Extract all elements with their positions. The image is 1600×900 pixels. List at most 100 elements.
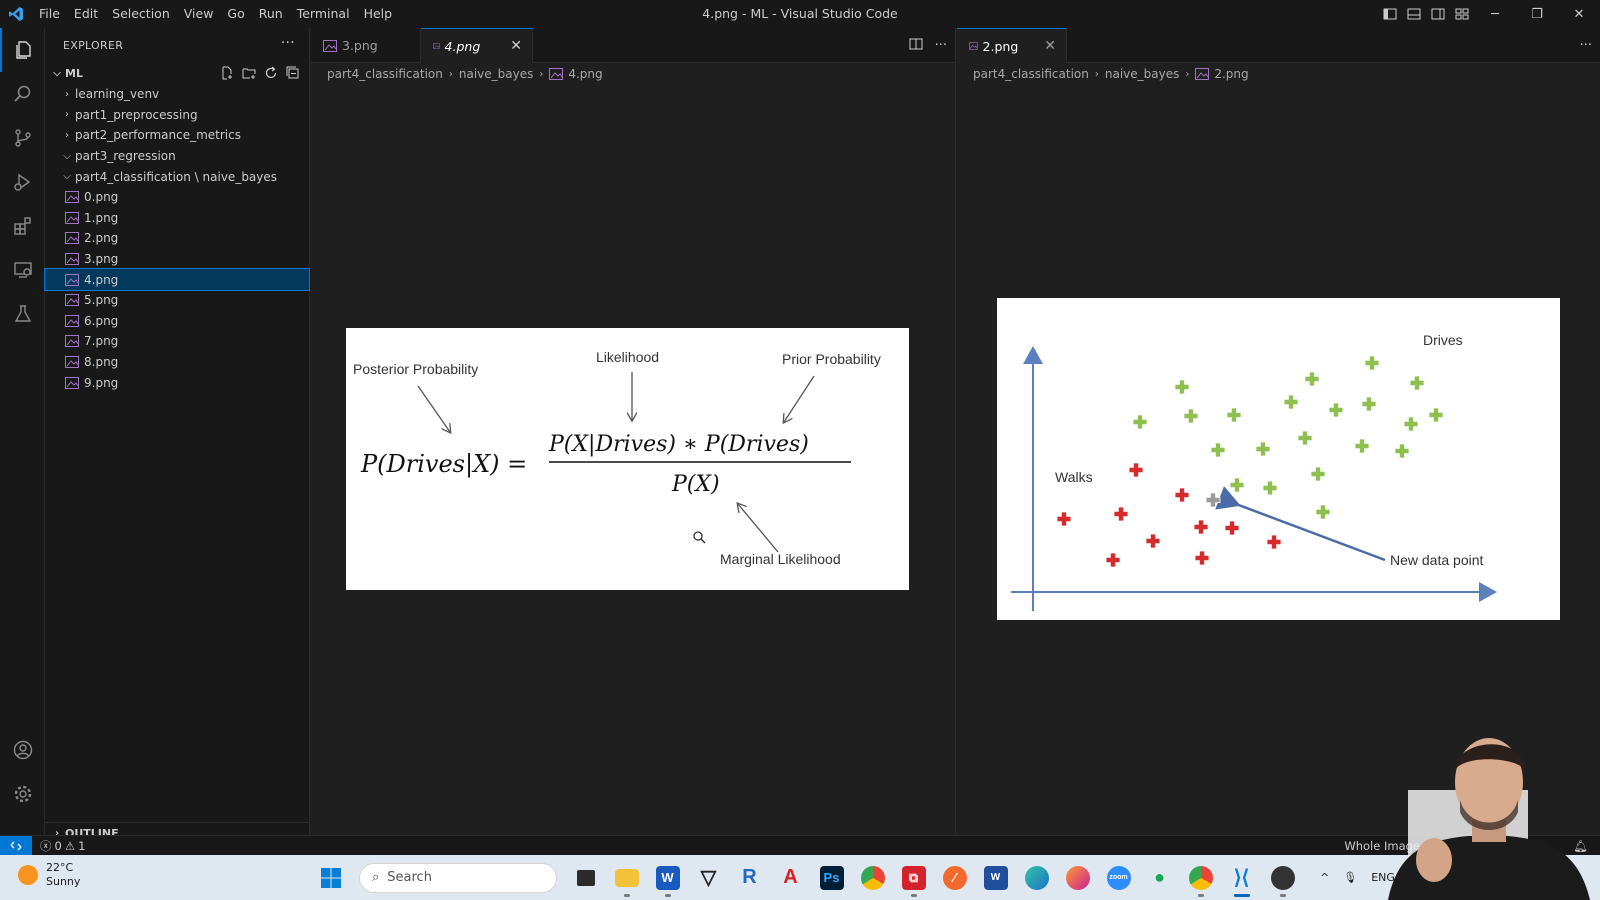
windows-taskbar: 22°C Sunny ⌕ Search W ▽ R A Ps ⧉ ⁄ W zoo…	[0, 855, 1600, 900]
tab-4-png[interactable]: 4.png ✕	[421, 28, 533, 63]
menu-terminal[interactable]: Terminal	[290, 0, 357, 28]
vscode-taskbar-icon[interactable]: ⟩⟨	[1221, 855, 1262, 900]
restore-button[interactable]: ❐	[1516, 0, 1558, 28]
run-debug-icon[interactable]	[0, 160, 45, 204]
photoshop-icon[interactable]: Ps	[811, 855, 852, 900]
file-explorer-icon[interactable]	[606, 855, 647, 900]
chrome-icon[interactable]	[852, 855, 893, 900]
extensions-icon[interactable]	[0, 204, 45, 248]
breadcrumb-item[interactable]: naive_bayes	[1105, 67, 1179, 81]
tree-file[interactable]: 1.png	[45, 208, 309, 229]
app-icon[interactable]	[1262, 855, 1303, 900]
more-actions-icon[interactable]: ···	[935, 38, 947, 53]
tree-folder[interactable]: › part2_performance_metrics	[45, 125, 309, 146]
mongodb-icon[interactable]: ●	[1139, 855, 1180, 900]
breadcrumb-item[interactable]: 4.png	[568, 67, 602, 81]
menu-go[interactable]: Go	[220, 0, 251, 28]
more-actions-icon[interactable]: ···	[1580, 38, 1592, 53]
chevron-up-icon[interactable]: ^	[1320, 871, 1329, 884]
breadcrumb-item[interactable]: 2.png	[1214, 67, 1248, 81]
tree-file-selected[interactable]: 4.png	[44, 268, 310, 291]
collapse-all-icon[interactable]	[285, 62, 301, 84]
menu-help[interactable]: Help	[357, 0, 400, 28]
close-icon[interactable]: ✕	[510, 38, 522, 54]
split-editor-icon[interactable]	[909, 37, 923, 55]
tree-file-label: 6.png	[84, 313, 119, 328]
tab-2-png[interactable]: 2.png ✕	[957, 28, 1067, 63]
explorer-icon[interactable]	[0, 28, 45, 72]
toggle-secondary-sidebar-icon[interactable]	[1426, 0, 1450, 28]
weather-widget[interactable]: 22°C Sunny	[18, 861, 80, 889]
search-icon[interactable]	[0, 72, 45, 116]
source-control-icon[interactable]	[0, 116, 45, 160]
breadcrumb-item[interactable]: part4_classification	[327, 67, 443, 81]
pen-app-icon[interactable]: ⁄	[934, 855, 975, 900]
refresh-icon[interactable]	[263, 62, 279, 84]
remote-indicator-icon[interactable]	[0, 835, 32, 856]
menu-edit[interactable]: Edit	[67, 0, 105, 28]
customize-layout-icon[interactable]	[1450, 0, 1474, 28]
image-file-icon	[65, 273, 79, 286]
toggle-primary-sidebar-icon[interactable]	[1378, 0, 1402, 28]
tree-file[interactable]: 8.png	[45, 352, 309, 373]
tab-3-png[interactable]: 3.png	[311, 28, 421, 63]
start-button[interactable]	[310, 855, 351, 900]
acrobat-icon[interactable]: A	[770, 855, 811, 900]
walks-marker	[1194, 550, 1210, 566]
tree-folder[interactable]: › part1_preprocessing	[45, 105, 309, 126]
problems-indicator[interactable]: ⓧ 0 ⚠ 1	[40, 838, 85, 854]
firefox-icon[interactable]	[1057, 855, 1098, 900]
new-folder-icon[interactable]	[241, 62, 257, 84]
chrome-profile-icon[interactable]	[1180, 855, 1221, 900]
taskbar-search[interactable]: ⌕ Search	[359, 862, 557, 893]
task-view-icon[interactable]	[565, 855, 606, 900]
settings-gear-icon[interactable]	[0, 772, 45, 816]
activity-bar	[0, 28, 45, 844]
wps-icon[interactable]: W	[975, 855, 1016, 900]
r-language-icon[interactable]: R	[729, 855, 770, 900]
drives-marker	[1310, 466, 1326, 482]
pdf-reader-icon[interactable]: ⧉	[893, 855, 934, 900]
testing-icon[interactable]	[0, 292, 45, 336]
breadcrumb-item[interactable]: part4_classification	[973, 67, 1089, 81]
chevron-right-icon: ›	[65, 109, 69, 121]
accounts-icon[interactable]	[0, 728, 45, 772]
weather-condition: Sunny	[46, 875, 81, 888]
new-data-point-arrow	[1215, 486, 1386, 562]
vivaldi-icon[interactable]: ▽	[688, 855, 729, 900]
editor-group-left: 3.png 4.png ✕ ··· part4_classification ›…	[311, 28, 956, 844]
tree-file[interactable]: 3.png	[45, 249, 309, 270]
tree-folder[interactable]: ⌵ part4_classification \ naive_bayes	[45, 166, 309, 187]
chevron-down-icon: ⌵	[63, 150, 71, 162]
edge-icon[interactable]	[1016, 855, 1057, 900]
new-file-icon[interactable]	[219, 62, 235, 84]
close-icon[interactable]: ✕	[1044, 38, 1056, 54]
microphone-icon[interactable]: 🎙︎	[1343, 871, 1357, 884]
minimize-button[interactable]: ─	[1474, 0, 1516, 28]
tree-folder[interactable]: ⌵ part3_regression	[45, 146, 309, 167]
image-file-icon	[969, 42, 978, 50]
remote-explorer-icon[interactable]	[0, 248, 45, 292]
menu-selection[interactable]: Selection	[105, 0, 177, 28]
menu-view[interactable]: View	[177, 0, 221, 28]
tree-folder-label: part4_classification \ naive_bayes	[75, 169, 278, 184]
tree-file[interactable]: 0.png	[45, 187, 309, 208]
more-actions-icon[interactable]: ···	[281, 35, 295, 51]
tree-file[interactable]: 9.png	[45, 372, 309, 393]
zoom-icon[interactable]: zoom	[1098, 855, 1139, 900]
tree-file[interactable]: 6.png	[45, 311, 309, 332]
menu-run[interactable]: Run	[252, 0, 290, 28]
close-window-button[interactable]: ✕	[1558, 0, 1600, 28]
tree-file[interactable]: 5.png	[45, 290, 309, 311]
tree-file[interactable]: 2.png	[45, 228, 309, 249]
drives-marker	[1297, 430, 1313, 446]
menu-file[interactable]: File	[32, 0, 67, 28]
word-icon[interactable]: W	[647, 855, 688, 900]
toggle-panel-icon[interactable]	[1402, 0, 1426, 28]
breadcrumb-item[interactable]: naive_bayes	[459, 67, 533, 81]
drives-marker	[1354, 438, 1370, 454]
tree-folder-label: part1_preprocessing	[75, 107, 198, 122]
tree-folder[interactable]: › learning_venv	[45, 84, 309, 105]
drives-marker	[1210, 442, 1226, 458]
tree-file[interactable]: 7.png	[45, 331, 309, 352]
